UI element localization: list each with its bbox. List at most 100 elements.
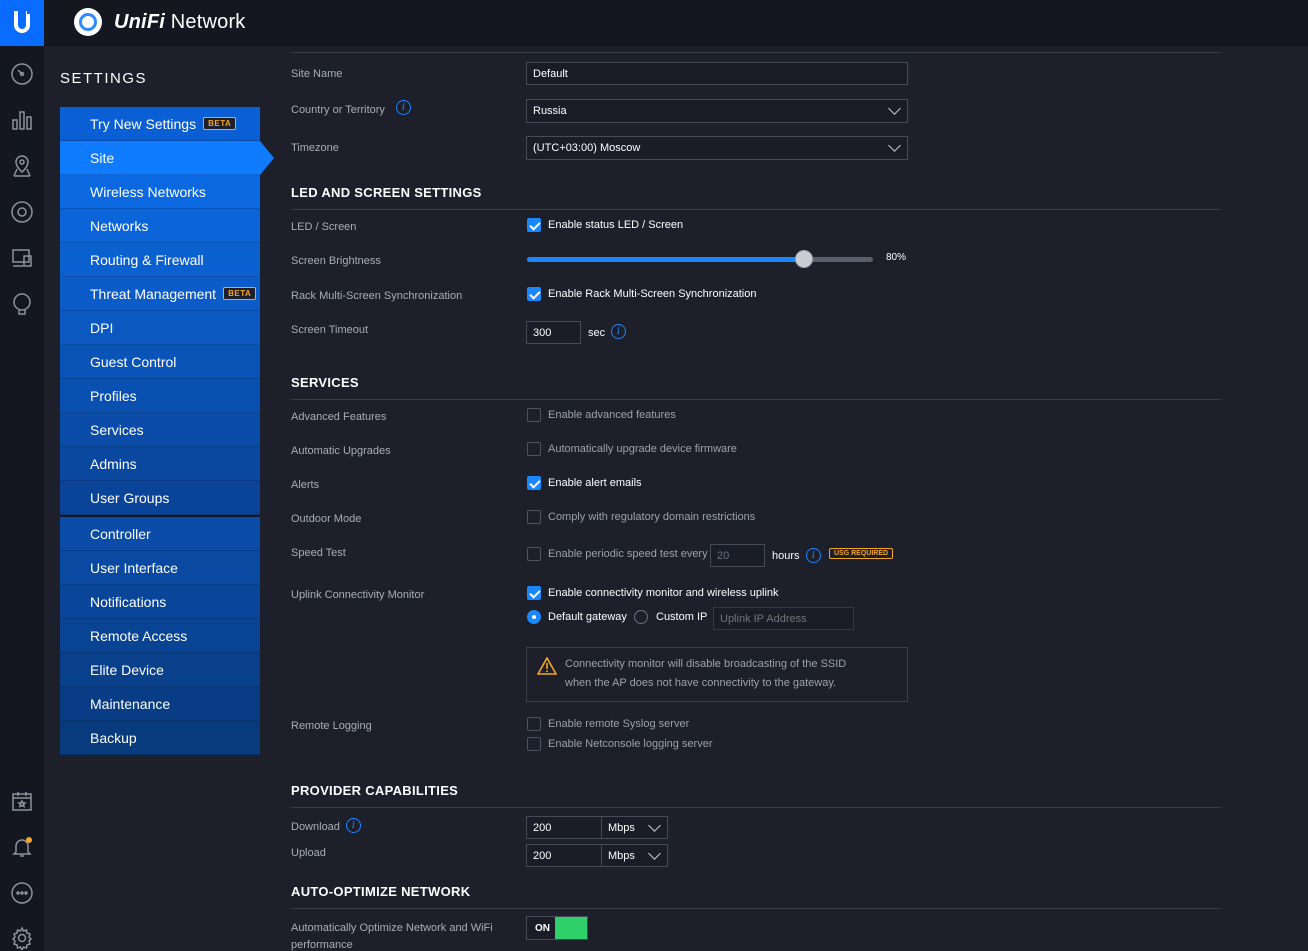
syslog-checkbox[interactable] — [527, 717, 541, 731]
chat-icon[interactable] — [7, 878, 37, 908]
nav-item-elite-device[interactable]: Elite Device — [60, 653, 260, 687]
download-input[interactable]: 200 — [526, 816, 603, 839]
led-label: LED / Screen — [291, 221, 357, 233]
download-unit-select[interactable]: Mbps — [601, 816, 668, 839]
netconsole-checkbox[interactable] — [527, 737, 541, 751]
nav-item-threat-management[interactable]: Threat Management BETA — [60, 277, 260, 311]
outdoor-mode-label: Outdoor Mode — [291, 513, 362, 525]
screen-timeout-label: Screen Timeout — [291, 324, 369, 336]
nav-item-try-new-settings[interactable]: Try New Settings BETA — [60, 107, 260, 141]
settings-gear-icon[interactable] — [7, 923, 37, 951]
nav-item-user-interface[interactable]: User Interface — [60, 551, 260, 585]
nav-item-label: Profiles — [90, 387, 137, 404]
alerts-icon[interactable] — [7, 832, 37, 862]
download-unit-value: Mbps — [608, 821, 635, 834]
country-value: Russia — [533, 105, 567, 117]
chevron-down-icon — [648, 818, 661, 832]
syslog-checkbox-label: Enable remote Syslog server — [548, 718, 690, 730]
warning-text-line1: Connectivity monitor will disable broadc… — [565, 658, 847, 670]
usg-required-badge: USG REQUIRED — [829, 548, 894, 559]
led-checkbox[interactable] — [527, 218, 541, 232]
country-select[interactable]: Russia — [526, 99, 908, 123]
upload-unit-select[interactable]: Mbps — [601, 844, 668, 867]
divider — [291, 209, 1221, 210]
speed-test-checkbox[interactable] — [527, 547, 541, 561]
nav-item-routing-firewall[interactable]: Routing & Firewall — [60, 243, 260, 277]
uplink-monitor-checkbox[interactable] — [527, 586, 541, 600]
nav-item-notifications[interactable]: Notifications — [60, 585, 260, 619]
divider — [291, 807, 1221, 808]
nav-item-label: Site — [90, 149, 115, 166]
nav-item-dpi[interactable]: DPI — [60, 311, 260, 345]
alerts-label: Alerts — [291, 479, 320, 491]
nav-item-site[interactable]: Site — [60, 141, 274, 175]
advanced-features-checkbox-label: Enable advanced features — [548, 409, 676, 421]
speed-test-hours-unit: hours — [772, 550, 800, 562]
speed-test-info-icon[interactable]: i — [806, 548, 821, 563]
divider — [291, 399, 1221, 400]
nav-item-label: DPI — [90, 319, 114, 336]
auto-optimize-label-line2: performance — [291, 939, 353, 951]
uplink-ip-input[interactable] — [713, 607, 854, 630]
nav-item-profiles[interactable]: Profiles — [60, 379, 260, 413]
nav-item-services[interactable]: Services — [60, 413, 260, 447]
default-gateway-label: Default gateway — [548, 611, 627, 623]
beta-badge: BETA — [223, 287, 257, 300]
auto-optimize-section-title: AUTO-OPTIMIZE NETWORK — [291, 884, 471, 899]
alerts-checkbox-label: Enable alert emails — [548, 477, 642, 489]
custom-ip-radio[interactable] — [634, 610, 648, 624]
brightness-label: Screen Brightness — [291, 255, 381, 267]
brightness-value: 80% — [886, 252, 907, 263]
nav-item-label: Remote Access — [90, 627, 188, 644]
rack-sync-checkbox[interactable] — [527, 287, 541, 301]
upload-input[interactable]: 200 — [526, 844, 603, 867]
timezone-select[interactable]: (UTC+03:00) Moscow — [526, 136, 908, 160]
default-gateway-radio[interactable] — [527, 610, 541, 624]
brightness-slider-handle[interactable] — [794, 250, 813, 268]
ubiquiti-logo-icon[interactable] — [0, 0, 44, 46]
nav-item-guest-control[interactable]: Guest Control — [60, 345, 260, 379]
automatic-upgrades-checkbox[interactable] — [527, 442, 541, 456]
download-info-icon[interactable]: i — [346, 818, 361, 833]
chevron-down-icon — [648, 846, 661, 860]
brightness-slider[interactable] — [527, 250, 873, 268]
insights-icon[interactable] — [7, 289, 37, 319]
clients-icon[interactable] — [7, 243, 37, 273]
alerts-checkbox[interactable] — [527, 476, 541, 490]
nav-item-controller[interactable]: Controller — [60, 517, 260, 551]
rack-sync-checkbox-label: Enable Rack Multi-Screen Synchronization — [548, 288, 757, 300]
warning-text-line2: when the AP does not have connectivity t… — [565, 677, 837, 689]
custom-ip-label: Custom IP — [656, 611, 708, 623]
brand-suffix: Network — [165, 11, 246, 33]
nav-item-networks[interactable]: Networks — [60, 209, 260, 243]
outdoor-mode-checkbox-label: Comply with regulatory domain restrictio… — [548, 511, 756, 523]
download-label: Download — [291, 821, 340, 833]
nav-item-admins[interactable]: Admins — [60, 447, 260, 481]
speed-test-hours-input[interactable]: 20 — [710, 544, 765, 567]
rack-sync-label: Rack Multi-Screen Synchronization — [291, 290, 463, 302]
statistics-icon[interactable] — [7, 105, 37, 135]
brightness-slider-fill — [527, 257, 804, 262]
icon-rail — [0, 46, 44, 951]
outdoor-mode-checkbox[interactable] — [527, 510, 541, 524]
screen-timeout-input[interactable]: 300 — [526, 321, 581, 344]
map-icon[interactable] — [7, 151, 37, 181]
devices-icon[interactable] — [7, 197, 37, 227]
services-section-title: SERVICES — [291, 375, 359, 390]
nav-item-maintenance[interactable]: Maintenance — [60, 687, 260, 721]
nav-item-backup[interactable]: Backup — [60, 721, 260, 755]
nav-item-user-groups[interactable]: User Groups — [60, 481, 260, 515]
nav-item-label: Networks — [90, 217, 149, 234]
country-label: Country or Territory — [291, 104, 385, 116]
nav-item-wireless-networks[interactable]: Wireless Networks — [60, 175, 260, 209]
screen-timeout-info-icon[interactable]: i — [611, 324, 626, 339]
nav-item-label: Controller — [90, 525, 151, 542]
nav-item-remote-access[interactable]: Remote Access — [60, 619, 260, 653]
site-name-input[interactable]: Default — [526, 62, 908, 85]
dashboard-icon[interactable] — [7, 59, 37, 89]
events-icon[interactable] — [7, 786, 37, 816]
led-section-title: LED AND SCREEN SETTINGS — [291, 185, 482, 200]
advanced-features-checkbox[interactable] — [527, 408, 541, 422]
auto-optimize-toggle[interactable]: ON — [526, 916, 588, 940]
country-info-icon[interactable]: i — [396, 100, 411, 115]
